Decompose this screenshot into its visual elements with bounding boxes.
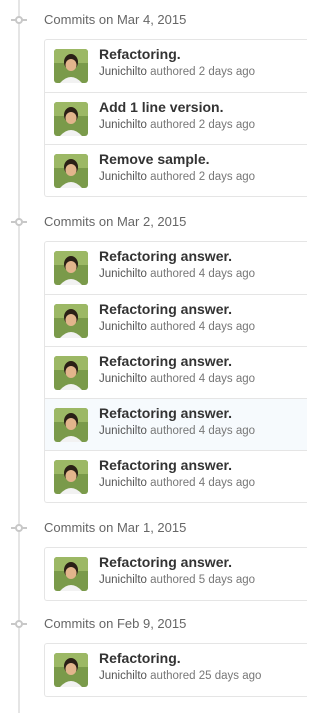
commit-group-header: Commits on Mar 2, 2015	[0, 212, 300, 232]
commit-row[interactable]: Refactoring answer. Junichilto authored …	[45, 548, 307, 600]
commit-meta: Junichilto authored 4 days ago	[99, 373, 255, 385]
git-commit-icon	[11, 522, 27, 534]
commit-time: authored 2 days ago	[150, 66, 256, 78]
commit-row[interactable]: Refactoring. Junichilto authored 2 days …	[45, 40, 307, 92]
commit-row[interactable]: Refactoring answer. Junichilto authored …	[45, 346, 307, 398]
commit-row[interactable]: Refactoring answer. Junichilto authored …	[45, 242, 307, 294]
avatar-icon[interactable]	[54, 102, 88, 136]
commit-group: Commits on Feb 9, 2015 Refactoring. Juni…	[0, 614, 307, 697]
commit-group-header: Commits on Mar 4, 2015	[0, 10, 300, 30]
commit-author-link[interactable]: Junichilto	[99, 321, 147, 333]
avatar-icon[interactable]	[54, 460, 88, 494]
commit-message-link[interactable]: Refactoring.	[99, 46, 181, 62]
commit-author-link[interactable]: Junichilto	[99, 574, 147, 586]
commit-meta: Junichilto authored 4 days ago	[99, 477, 255, 489]
commit-group: Commits on Mar 1, 2015 Refactoring answe…	[0, 518, 307, 601]
commit-group-header: Commits on Feb 9, 2015	[0, 614, 300, 634]
commit-author-link[interactable]: Junichilto	[99, 477, 147, 489]
avatar-icon[interactable]	[54, 408, 88, 442]
commit-group-date: Commits on Mar 2, 2015	[44, 214, 187, 229]
commit-time: authored 2 days ago	[150, 171, 256, 183]
avatar-icon[interactable]	[54, 304, 88, 338]
avatar-icon[interactable]	[54, 251, 88, 285]
commit-meta: Junichilto authored 25 days ago	[99, 670, 261, 682]
commit-meta: Junichilto authored 2 days ago	[99, 171, 255, 183]
commit-message-link[interactable]: Refactoring answer.	[99, 405, 232, 421]
commit-row[interactable]: Remove sample. Junichilto authored 2 day…	[45, 144, 307, 196]
commit-message-link[interactable]: Refactoring answer.	[99, 248, 232, 264]
commit-message-link[interactable]: Remove sample.	[99, 151, 210, 167]
commit-row[interactable]: Refactoring answer. Junichilto authored …	[45, 398, 307, 450]
commit-meta: Junichilto authored 4 days ago	[99, 425, 255, 437]
commit-time: authored 4 days ago	[150, 321, 256, 333]
avatar-icon[interactable]	[54, 49, 88, 83]
commit-time: authored 5 days ago	[150, 574, 256, 586]
commit-row[interactable]: Refactoring answer. Junichilto authored …	[45, 450, 307, 502]
git-commit-icon	[11, 618, 27, 630]
avatar-icon[interactable]	[54, 557, 88, 591]
commit-author-link[interactable]: Junichilto	[99, 373, 147, 385]
commit-author-link[interactable]: Junichilto	[99, 670, 147, 682]
git-commit-icon	[11, 216, 27, 228]
commit-meta: Junichilto authored 4 days ago	[99, 268, 255, 280]
commit-meta: Junichilto authored 2 days ago	[99, 66, 255, 78]
git-commit-icon	[11, 14, 27, 26]
commit-meta: Junichilto authored 4 days ago	[99, 321, 255, 333]
avatar-icon[interactable]	[54, 356, 88, 390]
commit-time: authored 4 days ago	[150, 268, 256, 280]
commit-message-link[interactable]: Refactoring answer.	[99, 301, 232, 317]
commit-time: authored 4 days ago	[150, 425, 256, 437]
commit-row[interactable]: Refactoring. Junichilto authored 25 days…	[45, 644, 307, 696]
commit-message-link[interactable]: Refactoring answer.	[99, 457, 232, 473]
commit-message-link[interactable]: Refactoring.	[99, 650, 181, 666]
commit-list: Refactoring answer. Junichilto authored …	[44, 547, 307, 601]
commit-time: authored 4 days ago	[150, 477, 256, 489]
commit-author-link[interactable]: Junichilto	[99, 171, 147, 183]
avatar-icon[interactable]	[54, 653, 88, 687]
commit-list: Refactoring. Junichilto authored 25 days…	[44, 643, 307, 697]
commit-author-link[interactable]: Junichilto	[99, 425, 147, 437]
avatar-icon[interactable]	[54, 154, 88, 188]
commit-timeline-line	[18, 0, 20, 713]
commit-author-link[interactable]: Junichilto	[99, 268, 147, 280]
commit-group-date: Commits on Feb 9, 2015	[44, 616, 187, 631]
commit-meta: Junichilto authored 5 days ago	[99, 574, 255, 586]
commit-group: Commits on Mar 2, 2015 Refactoring answe…	[0, 212, 307, 503]
commit-list: Refactoring answer. Junichilto authored …	[44, 241, 307, 503]
commit-time: authored 2 days ago	[150, 119, 256, 131]
commit-group-header: Commits on Mar 1, 2015	[0, 518, 300, 538]
commit-message-link[interactable]: Refactoring answer.	[99, 554, 232, 570]
commit-list: Refactoring. Junichilto authored 2 days …	[44, 39, 307, 197]
commit-author-link[interactable]: Junichilto	[99, 119, 147, 131]
commit-message-link[interactable]: Refactoring answer.	[99, 353, 232, 369]
commit-message-link[interactable]: Add 1 line version.	[99, 99, 223, 115]
commit-group: Commits on Mar 4, 2015 Refactoring. Juni…	[0, 10, 307, 197]
commit-meta: Junichilto authored 2 days ago	[99, 119, 255, 131]
commit-row[interactable]: Add 1 line version. Junichilto authored …	[45, 92, 307, 144]
commit-group-date: Commits on Mar 4, 2015	[44, 12, 187, 27]
commit-time: authored 4 days ago	[150, 373, 256, 385]
commit-group-date: Commits on Mar 1, 2015	[44, 520, 187, 535]
commit-time: authored 25 days ago	[150, 670, 262, 682]
commit-author-link[interactable]: Junichilto	[99, 66, 147, 78]
commit-row[interactable]: Refactoring answer. Junichilto authored …	[45, 294, 307, 346]
